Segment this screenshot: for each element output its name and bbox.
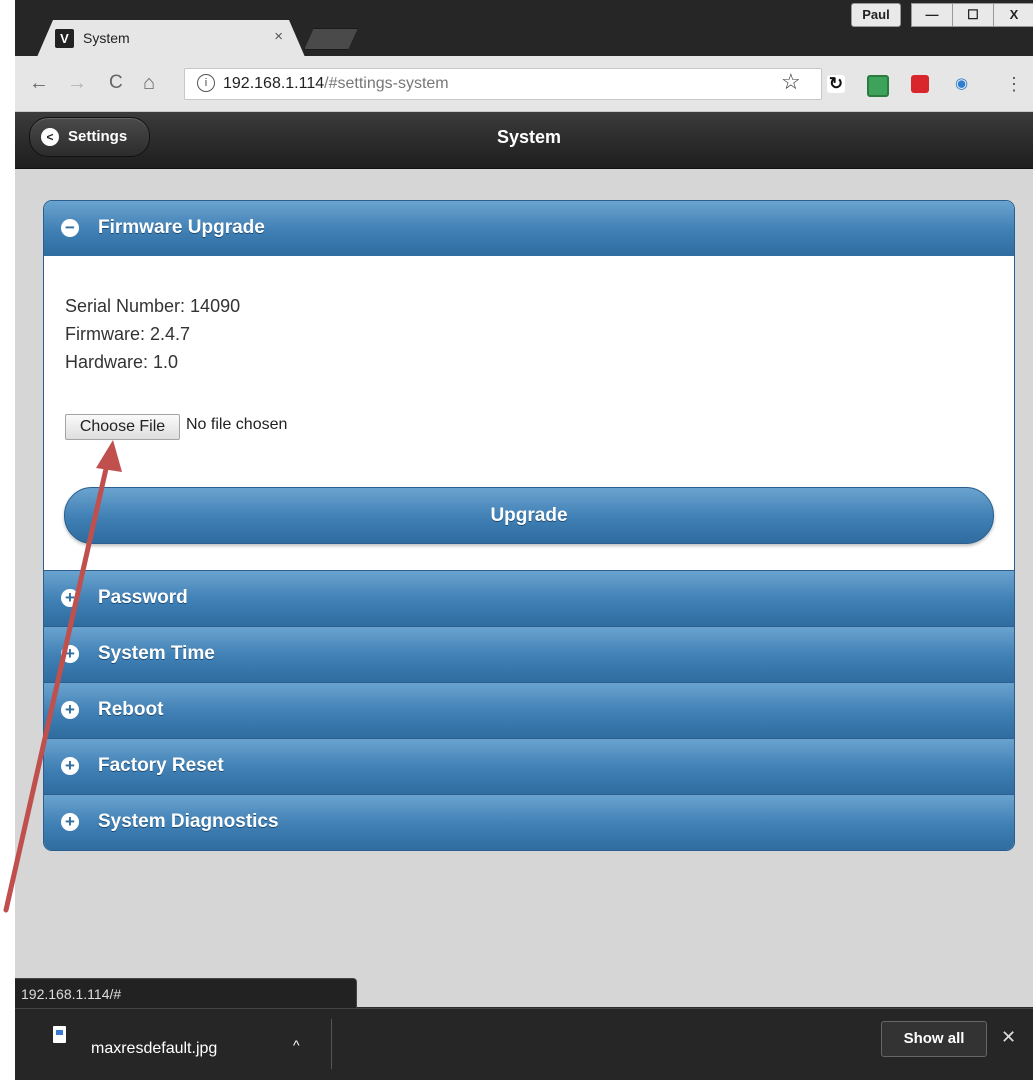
forward-arrow-icon[interactable]: → xyxy=(67,72,87,94)
minimize-icon: — xyxy=(925,7,939,22)
expand-plus-icon: + xyxy=(61,589,79,607)
show-all-button[interactable]: Show all xyxy=(881,1021,987,1057)
serial-number: Serial Number: 14090 xyxy=(65,296,241,316)
upgrade-button[interactable]: Upgrade xyxy=(64,487,994,544)
new-tab-button[interactable] xyxy=(304,28,358,50)
network-extension-icon[interactable]: ◉ xyxy=(955,75,973,93)
close-downloads-icon[interactable]: ✕ xyxy=(1001,1027,1016,1048)
expand-plus-icon: + xyxy=(61,813,79,831)
divider xyxy=(331,1019,332,1069)
title-bar: V System × Paul — ☐ X xyxy=(15,0,1033,56)
site-info-icon[interactable]: i xyxy=(197,74,215,92)
downloads-bar: maxresdefault.jpg ^ Show all ✕ xyxy=(15,1008,1033,1080)
tab-title: System xyxy=(83,30,130,46)
address-bar[interactable]: i 192.168.1.114/#settings-system xyxy=(184,68,822,100)
collapse-minus-icon: − xyxy=(61,219,79,237)
password-extension-icon[interactable] xyxy=(911,75,929,93)
section-label: Reboot xyxy=(98,699,164,720)
section-label: System Time xyxy=(98,643,215,664)
maximize-button[interactable]: ☐ xyxy=(952,3,994,27)
firmware-version: Firmware: 2.4.7 xyxy=(65,324,191,344)
status-url: 192.168.1.114/# xyxy=(21,986,122,1002)
file-status: No file chosen xyxy=(186,416,288,433)
chevron-up-icon[interactable]: ^ xyxy=(293,1037,300,1053)
page-title: System xyxy=(496,127,562,147)
browser-menu-icon[interactable]: ⋮ xyxy=(1005,72,1023,96)
profile-button[interactable]: Paul xyxy=(851,3,901,27)
tab-close-icon[interactable]: × xyxy=(274,28,283,45)
browser-window: V System × Paul — ☐ X ← → C ⌂ i 192.168.… xyxy=(15,0,1033,1080)
section-header-reboot[interactable]: + Reboot xyxy=(44,682,1014,738)
section-label: Password xyxy=(98,587,188,608)
hardware-version: Hardware: 1.0 xyxy=(65,352,179,372)
url-path: /#settings-system xyxy=(324,75,449,92)
url-host: 192.168.1.114 xyxy=(223,75,325,92)
download-file-name[interactable]: maxresdefault.jpg xyxy=(91,1040,217,1058)
section-header-system-diagnostics[interactable]: + System Diagnostics xyxy=(44,794,1014,850)
section-header-system-time[interactable]: + System Time xyxy=(44,626,1014,682)
minimize-button[interactable]: — xyxy=(911,3,953,27)
close-window-button[interactable]: X xyxy=(993,3,1033,27)
tab-system[interactable]: V System × xyxy=(37,20,305,57)
site-logo-icon: V xyxy=(55,29,74,48)
reload-icon[interactable]: C xyxy=(109,72,123,94)
section-label: System Diagnostics xyxy=(98,811,279,832)
app-header: < Settings System xyxy=(15,112,1033,169)
maximize-icon: ☐ xyxy=(967,7,979,22)
page-content: − Firmware Upgrade Serial Number: 14090 … xyxy=(15,169,1033,1007)
sync-extension-icon[interactable]: ↻ xyxy=(827,75,845,93)
status-bar: 192.168.1.114/# xyxy=(15,978,357,1009)
expand-plus-icon: + xyxy=(61,701,79,719)
section-header-firmware-upgrade[interactable]: − Firmware Upgrade xyxy=(44,201,1014,256)
bookmark-star-icon[interactable]: ☆ xyxy=(781,70,801,94)
upgrade-label: Upgrade xyxy=(490,505,568,526)
section-header-password[interactable]: + Password xyxy=(44,570,1014,626)
image-file-icon xyxy=(53,1026,66,1043)
section-header-factory-reset[interactable]: + Factory Reset xyxy=(44,738,1014,794)
green-extension-icon[interactable] xyxy=(867,75,889,97)
expand-plus-icon: + xyxy=(61,645,79,663)
settings-accordion: − Firmware Upgrade Serial Number: 14090 … xyxy=(43,200,1015,851)
close-icon: X xyxy=(1009,7,1019,22)
browser-toolbar: ← → C ⌂ i 192.168.1.114/#settings-system… xyxy=(15,56,1033,112)
choose-file-button[interactable]: Choose File xyxy=(65,414,180,440)
section-label: Firmware Upgrade xyxy=(98,217,265,238)
section-label: Factory Reset xyxy=(98,755,224,776)
home-icon[interactable]: ⌂ xyxy=(143,72,155,94)
address-url: 192.168.1.114/#settings-system xyxy=(223,75,449,93)
back-arrow-icon[interactable]: ← xyxy=(29,72,49,94)
expand-plus-icon: + xyxy=(61,757,79,775)
firmware-upgrade-panel: Serial Number: 14090 Firmware: 2.4.7 Har… xyxy=(44,256,1014,570)
